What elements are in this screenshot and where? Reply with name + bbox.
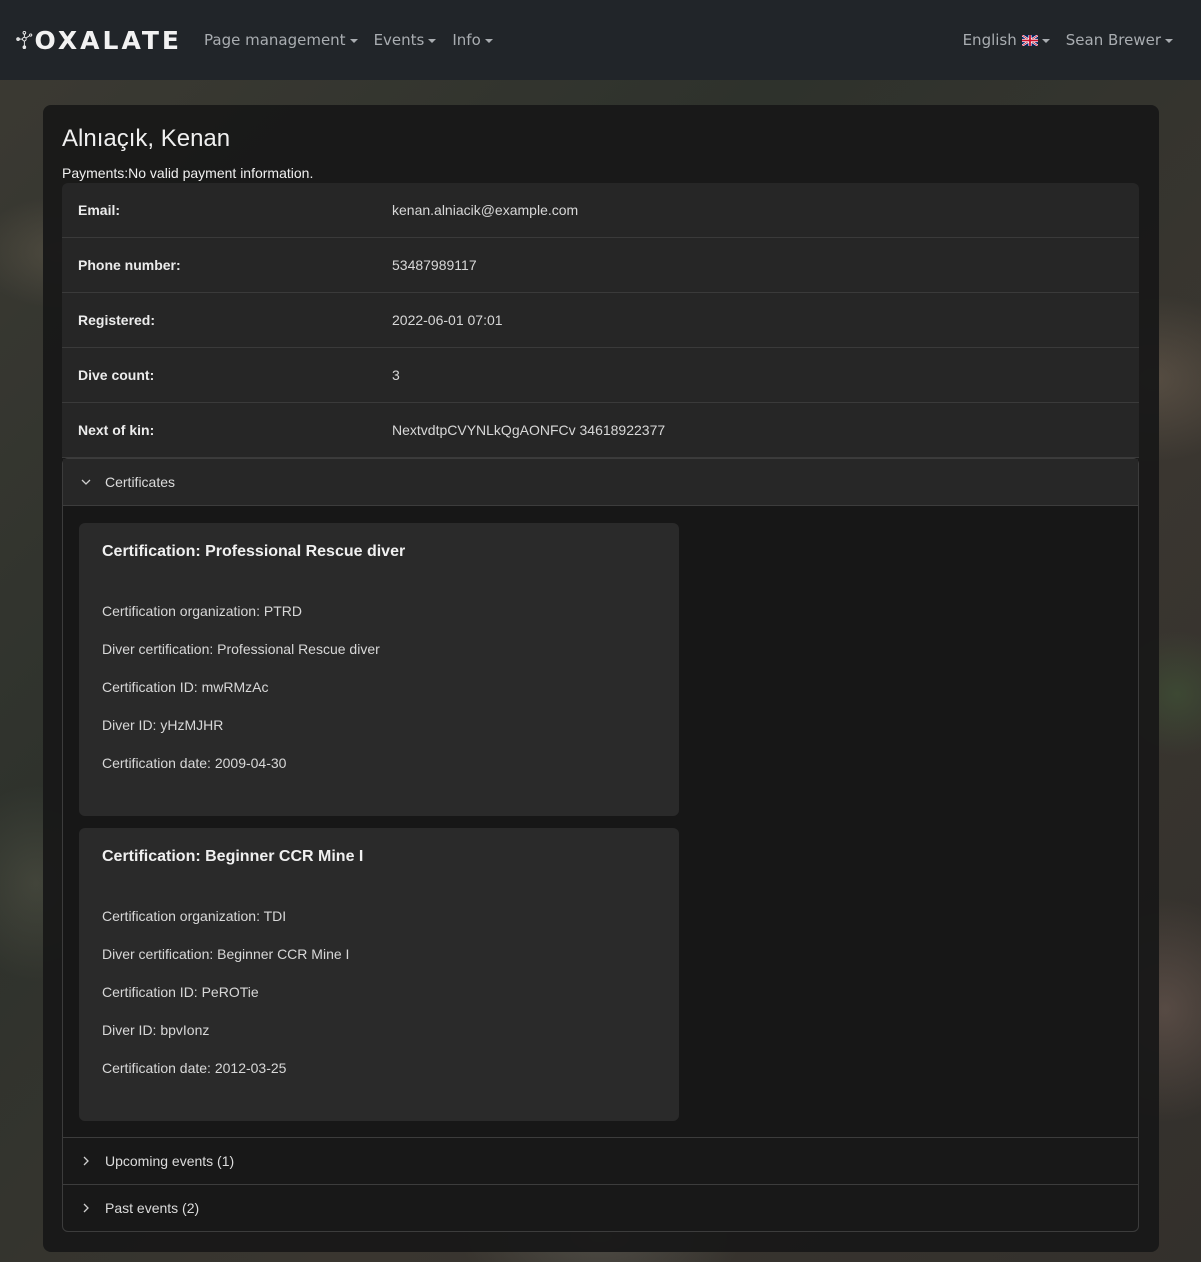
brand-name: OXALATE — [34, 25, 182, 55]
certificate-title: Certification: Beginner CCR Mine I — [102, 848, 364, 865]
nav-info[interactable]: Info — [444, 31, 500, 49]
certificates-panel: Certification: Professional Rescue diver… — [63, 506, 1138, 1137]
info-row-email: Email: kenan.alniacik@example.com — [62, 183, 1139, 238]
member-card: Alnıaçık, Kenan Payments:No valid paymen… — [43, 105, 1159, 1252]
certificate-title: Certification: Professional Rescue diver — [102, 543, 406, 560]
certificate-organization: Certification organization: TDI — [102, 908, 287, 924]
certificate-card: Certification: Beginner CCR Mine I Certi… — [79, 828, 679, 1121]
accordion-certificates-label: Certificates — [105, 474, 176, 490]
accordion-upcoming-events-label: Upcoming events (1) — [105, 1153, 235, 1169]
certificate-card: Certification: Professional Rescue diver… — [79, 523, 679, 816]
certificate-id: Certification ID: mwRMzAc — [102, 679, 269, 695]
caret-down-icon — [484, 39, 493, 43]
accordion-past-events-label: Past events (2) — [105, 1200, 200, 1216]
info-value: kenan.alniacik@example.com — [392, 202, 579, 218]
info-label: Next of kin: — [78, 422, 155, 438]
certificate-level: Diver certification: Beginner CCR Mine I — [102, 946, 350, 962]
info-label: Phone number: — [78, 257, 181, 273]
top-navbar: OXALATE Page management Events Info Engl… — [0, 0, 1201, 80]
nav-events[interactable]: Events — [366, 31, 445, 49]
certificate-date: Certification date: 2009-04-30 — [102, 755, 287, 771]
certificate-diver-id: Diver ID: yHzMJHR — [102, 717, 224, 733]
info-value: 2022-06-01 07:01 — [392, 312, 503, 328]
nav-page-management-label: Page management — [204, 31, 346, 49]
accordion-past-events-header[interactable]: Past events (2) — [63, 1184, 1138, 1231]
info-row-registered: Registered: 2022-06-01 07:01 — [62, 293, 1139, 348]
caret-down-icon — [349, 39, 358, 43]
payments-status: Payments:No valid payment information. — [62, 165, 313, 181]
caret-down-icon — [1165, 39, 1173, 43]
caret-down-icon — [428, 39, 437, 43]
molecule-icon — [16, 30, 33, 50]
certificate-diver-id: Diver ID: bpvIonz — [102, 1022, 210, 1038]
payments-label: Payments: — [62, 165, 129, 181]
user-name: Sean Brewer — [1065, 31, 1161, 49]
info-label: Registered: — [78, 312, 156, 328]
info-value: NextvdtpCVYNLkQgAONFCv 34618922377 — [392, 422, 666, 438]
language-label: English — [962, 31, 1017, 49]
nav-events-label: Events — [373, 31, 425, 49]
info-value: 53487989117 — [392, 257, 477, 273]
chevron-right-icon — [83, 1203, 89, 1213]
language-dropdown[interactable]: English — [955, 31, 1058, 49]
member-accordion: Certificates Certification: Professional… — [62, 458, 1139, 1232]
brand-logo[interactable]: OXALATE — [14, 16, 182, 64]
uk-flag-icon — [1021, 34, 1038, 46]
certificate-level: Diver certification: Professional Rescue… — [102, 641, 380, 657]
chevron-right-icon — [83, 1156, 89, 1166]
nav-info-label: Info — [452, 31, 481, 49]
user-menu[interactable]: Sean Brewer — [1058, 31, 1181, 49]
caret-down-icon — [1041, 39, 1050, 43]
info-row-dive-count: Dive count: 3 — [62, 348, 1139, 403]
member-info-table: Email: kenan.alniacik@example.com Phone … — [62, 183, 1139, 458]
payments-value: No valid payment information. — [128, 165, 314, 181]
certificate-date: Certification date: 2012-03-25 — [102, 1060, 287, 1076]
nav-page-management[interactable]: Page management — [196, 31, 366, 49]
member-name: Alnıaçık, Kenan — [62, 125, 231, 152]
chevron-down-icon — [81, 479, 91, 485]
certificate-id: Certification ID: PeROTie — [102, 984, 259, 1000]
info-label: Dive count: — [78, 367, 155, 383]
info-row-phone: Phone number: 53487989117 — [62, 238, 1139, 293]
accordion-certificates-header[interactable]: Certificates — [63, 459, 1138, 506]
info-value: 3 — [392, 367, 400, 383]
certificate-organization: Certification organization: PTRD — [102, 603, 302, 619]
info-label: Email: — [78, 202, 121, 218]
info-row-next-of-kin: Next of kin: NextvdtpCVYNLkQgAONFCv 3461… — [62, 403, 1139, 458]
accordion-upcoming-events-header[interactable]: Upcoming events (1) — [63, 1137, 1138, 1184]
